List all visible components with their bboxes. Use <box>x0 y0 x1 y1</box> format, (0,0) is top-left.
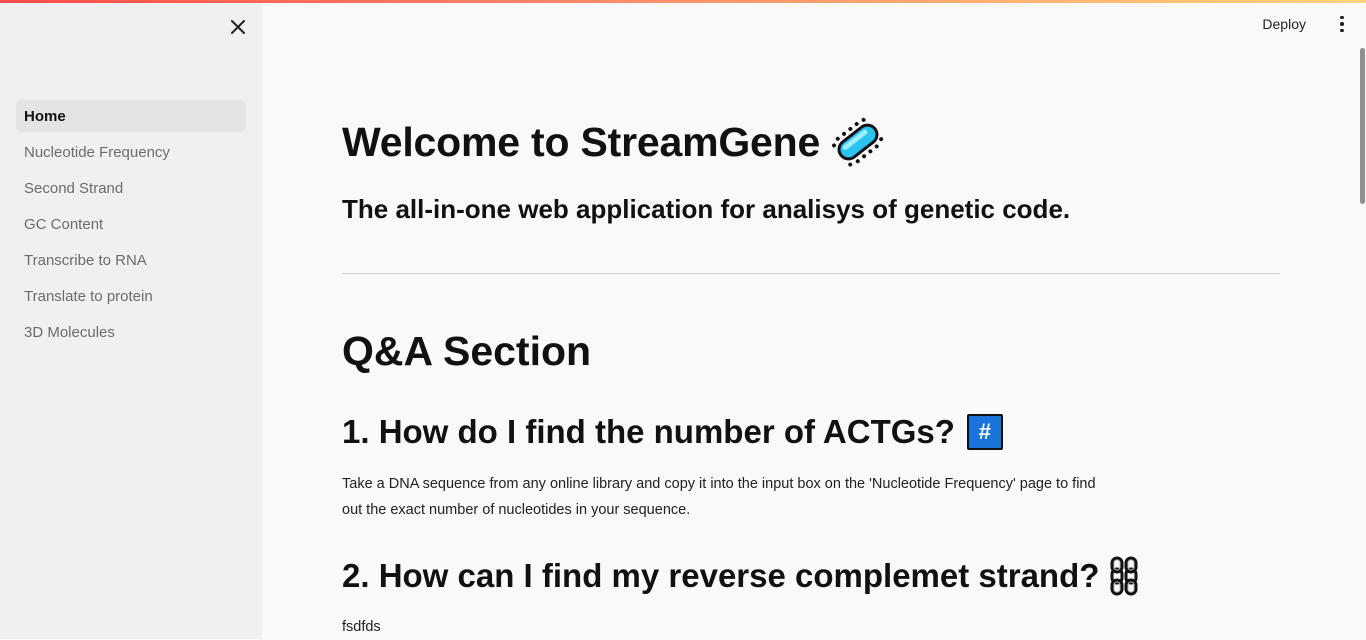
question-heading-1: 1. How do I find the number of ACTGs? # <box>342 413 1003 451</box>
answer-text-1: Take a DNA sequence from any online libr… <box>342 476 1096 518</box>
question-text: 2. How can I find my reverse complemet s… <box>342 557 1100 594</box>
close-sidebar-button[interactable] <box>226 15 250 39</box>
sidebar-item-home[interactable]: Home <box>16 100 246 132</box>
sidebar-item-gc-content[interactable]: GC Content <box>16 208 246 240</box>
section-title: Q&A Section <box>342 328 592 374</box>
page-title: Welcome to StreamGene <box>342 117 884 167</box>
chain-icon <box>1110 556 1138 596</box>
page-title-text: Welcome to StreamGene <box>342 118 821 165</box>
question-heading-2: 2. How can I find my reverse complemet s… <box>342 556 1139 596</box>
sidebar-item-transcribe-to-rna[interactable]: Transcribe to RNA <box>16 244 246 276</box>
sidebar: Home Nucleotide Frequency Second Strand … <box>0 3 262 639</box>
sidebar-item-nucleotide-frequency[interactable]: Nucleotide Frequency <box>16 136 246 168</box>
answer-text-2: fsdfds <box>342 619 381 635</box>
sidebar-item-translate-to-protein[interactable]: Translate to protein <box>16 280 246 312</box>
scrollbar-thumb[interactable] <box>1360 48 1365 204</box>
kebab-menu-icon[interactable] <box>1332 12 1352 36</box>
hash-icon: # <box>966 414 1003 450</box>
header-toolbar: Deploy <box>1254 12 1352 36</box>
deploy-button[interactable]: Deploy <box>1254 12 1314 36</box>
close-icon <box>231 20 245 34</box>
sidebar-item-3d-molecules[interactable]: 3D Molecules <box>16 316 246 348</box>
microbe-icon <box>832 117 884 167</box>
sidebar-nav: Home Nucleotide Frequency Second Strand … <box>16 100 246 352</box>
question-text: 1. How do I find the number of ACTGs? <box>342 413 955 450</box>
sidebar-item-second-strand[interactable]: Second Strand <box>16 172 246 204</box>
divider <box>342 273 1280 274</box>
page-subtitle: The all-in-one web application for anali… <box>342 194 1071 224</box>
